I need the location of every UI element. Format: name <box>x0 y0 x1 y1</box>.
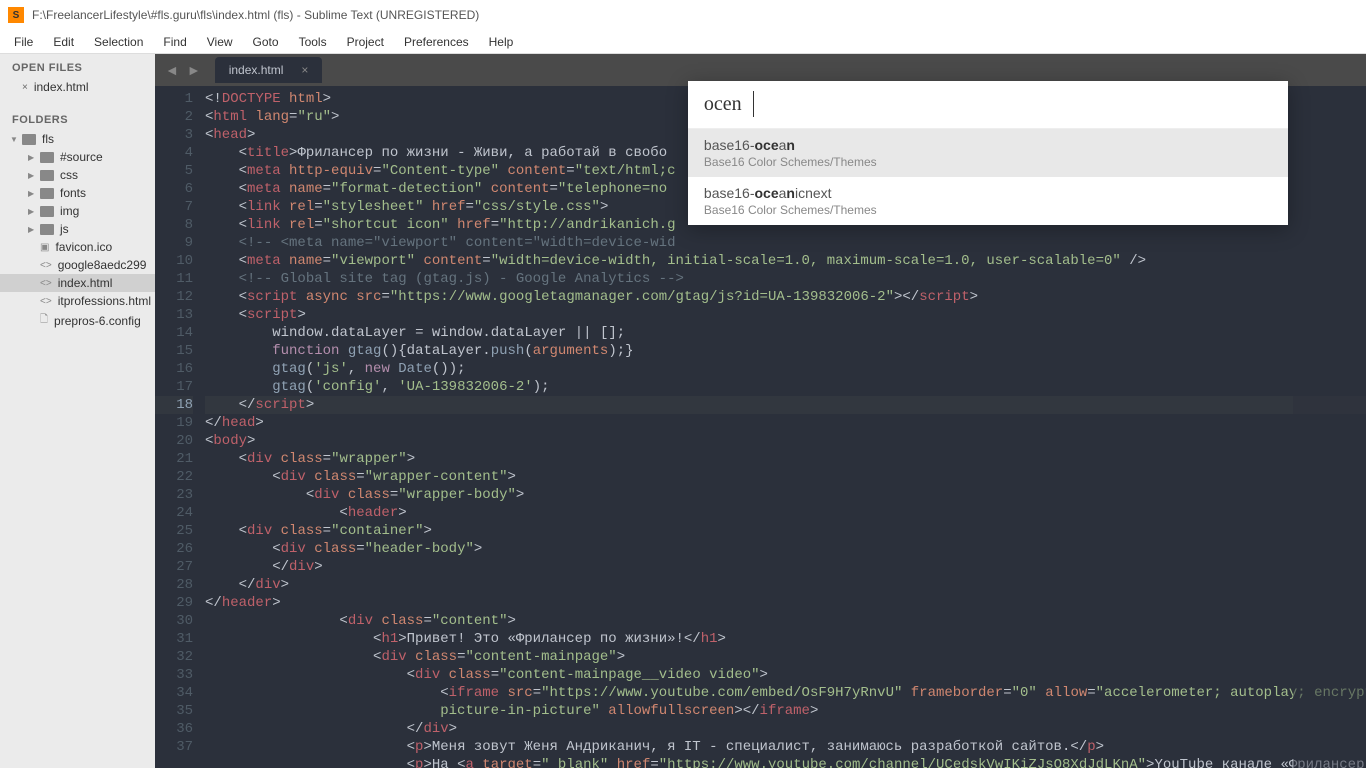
folder-item[interactable]: ▶ js <box>0 220 155 238</box>
folder-icon <box>40 170 54 181</box>
file-item[interactable]: 🗋 prepros-6.config <box>0 310 155 331</box>
file-label: favicon.ico <box>55 240 112 254</box>
tab-next-icon[interactable]: ► <box>183 60 205 80</box>
open-files-header: OPEN FILES <box>0 54 155 78</box>
file-label: itprofessions.html <box>58 294 151 308</box>
menubar: File Edit Selection Find View Goto Tools… <box>0 30 1366 54</box>
tab-index-html[interactable]: index.html × <box>215 57 323 83</box>
palette-item[interactable]: base16-ocean Base16 Color Schemes/Themes <box>688 129 1288 177</box>
file-item[interactable]: ▣ favicon.ico <box>0 238 155 256</box>
app-icon: S <box>8 7 24 23</box>
folder-label: img <box>60 204 79 218</box>
palette-item[interactable]: base16-oceanicnext Base16 Color Schemes/… <box>688 177 1288 225</box>
file-label: index.html <box>58 276 113 290</box>
folder-label: css <box>60 168 78 182</box>
file-item[interactable]: <> index.html <box>0 274 155 292</box>
file-item[interactable]: <> itprofessions.html <box>0 292 155 310</box>
chevron-down-icon: ▼ <box>10 135 18 144</box>
file-label: prepros-6.config <box>54 314 141 328</box>
chevron-right-icon: ▶ <box>28 225 36 234</box>
text-cursor <box>753 91 754 117</box>
palette-results: base16-ocean Base16 Color Schemes/Themes… <box>688 128 1288 225</box>
folder-icon <box>40 224 54 235</box>
close-icon[interactable]: × <box>22 82 28 93</box>
palette-input[interactable] <box>688 81 1288 128</box>
close-icon[interactable]: × <box>301 63 308 77</box>
open-file-item[interactable]: × index.html <box>0 78 155 96</box>
menu-edit[interactable]: Edit <box>43 32 84 52</box>
folder-label: js <box>60 222 69 236</box>
folder-label: fls <box>42 132 54 146</box>
palette-item-sub: Base16 Color Schemes/Themes <box>704 203 1272 217</box>
tab-nav: ◄ ► <box>155 60 211 80</box>
chevron-right-icon: ▶ <box>28 171 36 180</box>
folder-item[interactable]: ▶ #source <box>0 148 155 166</box>
command-palette: base16-ocean Base16 Color Schemes/Themes… <box>688 81 1288 225</box>
menu-file[interactable]: File <box>4 32 43 52</box>
palette-item-sub: Base16 Color Schemes/Themes <box>704 155 1272 169</box>
menu-preferences[interactable]: Preferences <box>394 32 479 52</box>
code-icon: <> <box>40 296 52 307</box>
code-icon: <> <box>40 260 52 271</box>
folder-icon <box>40 188 54 199</box>
menu-tools[interactable]: Tools <box>289 32 337 52</box>
menu-view[interactable]: View <box>197 32 243 52</box>
file-icon: 🗋 <box>40 312 48 329</box>
menu-project[interactable]: Project <box>337 32 394 52</box>
editor-area: ◄ ► index.html × 12345678910111213141516… <box>155 54 1366 768</box>
folder-icon <box>40 206 54 217</box>
tab-label: index.html <box>229 63 284 77</box>
code-icon: <> <box>40 278 52 289</box>
folder-item[interactable]: ▶ css <box>0 166 155 184</box>
folder-root[interactable]: ▼ fls <box>0 130 155 148</box>
open-file-label: index.html <box>34 80 89 94</box>
menu-help[interactable]: Help <box>479 32 524 52</box>
titlebar: S F:\FreelancerLifestyle\#fls.guru\fls\i… <box>0 0 1366 30</box>
palette-item-title: base16-ocean <box>704 137 1272 153</box>
palette-item-title: base16-oceanicnext <box>704 185 1272 201</box>
folder-icon <box>22 134 36 145</box>
menu-find[interactable]: Find <box>153 32 196 52</box>
menu-selection[interactable]: Selection <box>84 32 153 52</box>
window-title: F:\FreelancerLifestyle\#fls.guru\fls\ind… <box>32 8 479 22</box>
chevron-right-icon: ▶ <box>28 153 36 162</box>
file-icon: ▣ <box>40 242 49 253</box>
file-item[interactable]: <> google8aedc299 <box>0 256 155 274</box>
folder-item[interactable]: ▶ fonts <box>0 184 155 202</box>
folders-header: FOLDERS <box>0 106 155 130</box>
sidebar: OPEN FILES × index.html FOLDERS ▼ fls ▶ #… <box>0 54 155 768</box>
folder-icon <box>40 152 54 163</box>
main-area: OPEN FILES × index.html FOLDERS ▼ fls ▶ #… <box>0 54 1366 768</box>
menu-goto[interactable]: Goto <box>243 32 289 52</box>
folder-item[interactable]: ▶ img <box>0 202 155 220</box>
chevron-right-icon: ▶ <box>28 207 36 216</box>
file-label: google8aedc299 <box>58 258 147 272</box>
chevron-right-icon: ▶ <box>28 189 36 198</box>
minimap[interactable] <box>1293 86 1366 768</box>
folder-label: #source <box>60 150 103 164</box>
folder-label: fonts <box>60 186 86 200</box>
gutter: 1234567891011121314151617181920212223242… <box>155 86 205 768</box>
tab-prev-icon[interactable]: ◄ <box>161 60 183 80</box>
